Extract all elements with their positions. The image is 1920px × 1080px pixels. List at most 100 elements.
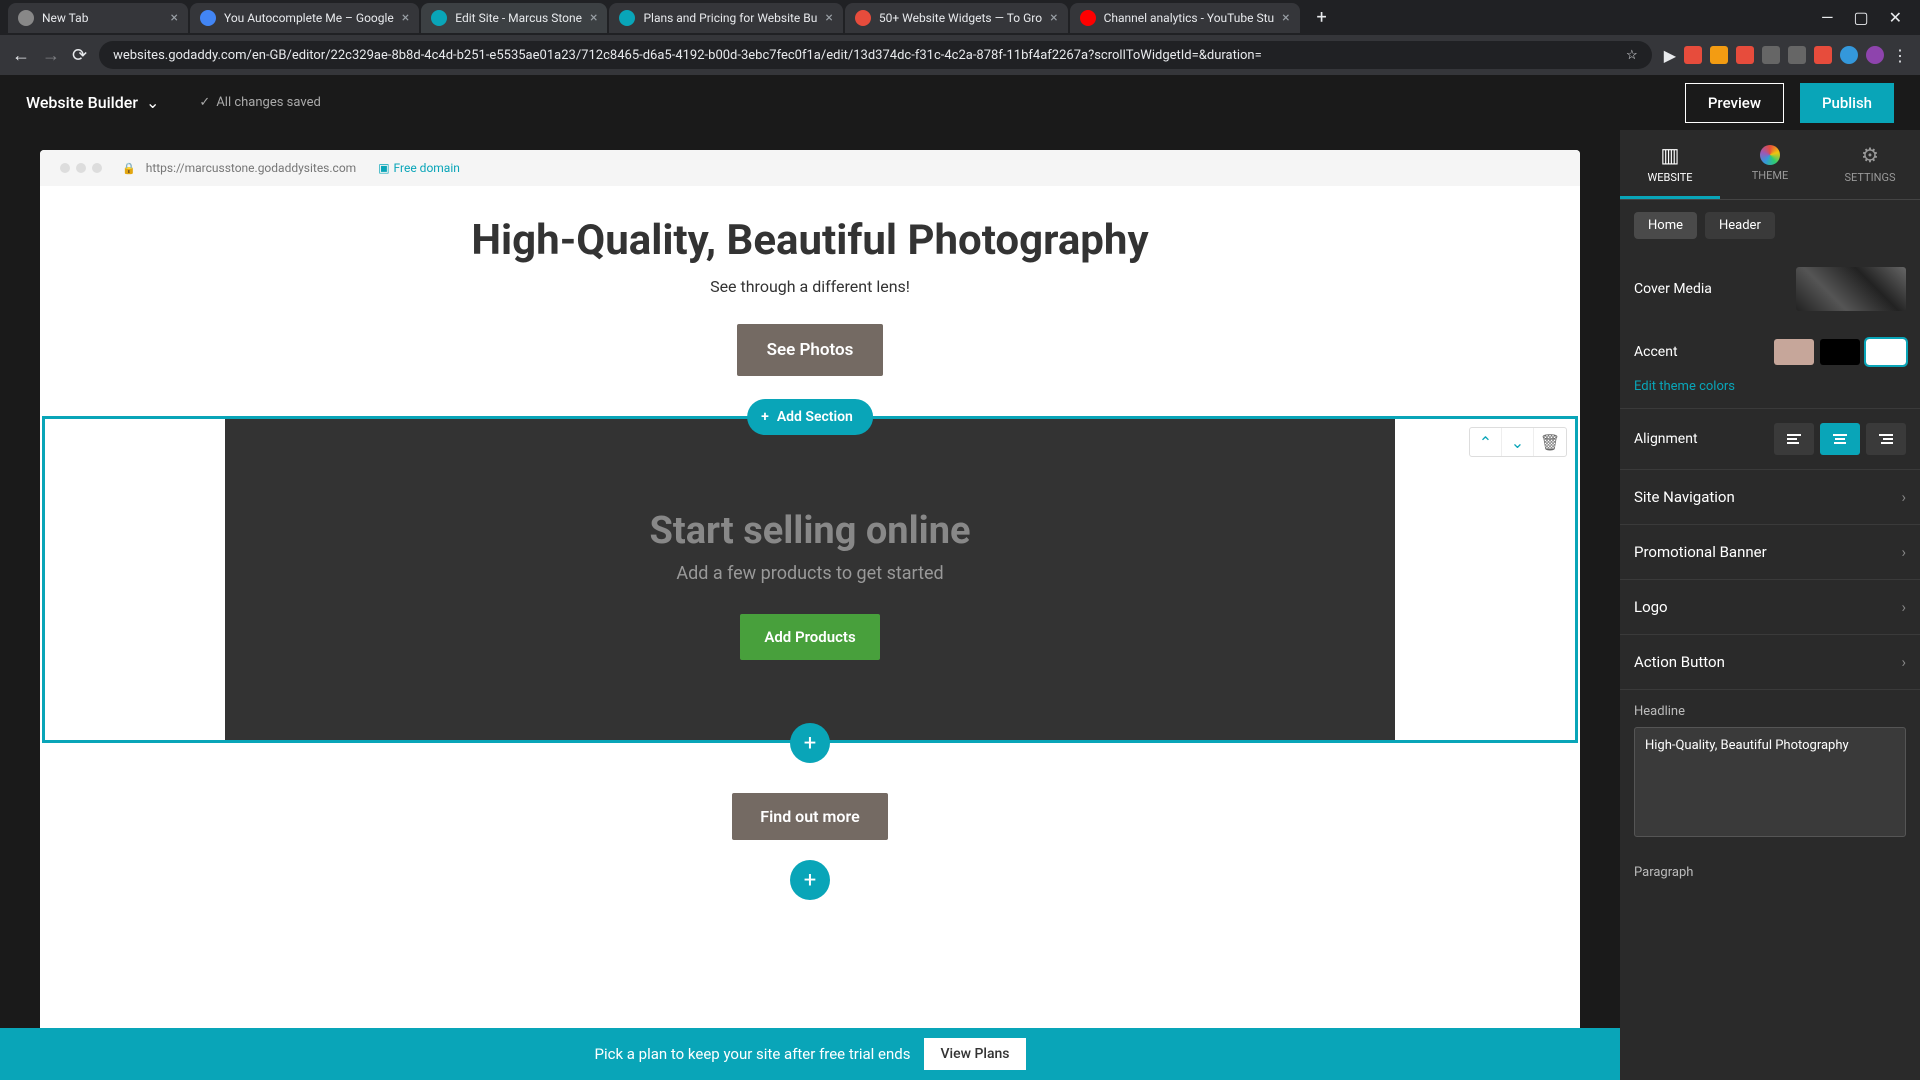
tab-settings[interactable]: ⚙SETTINGS xyxy=(1820,130,1920,199)
alignment-options xyxy=(1774,423,1906,455)
subtab-header[interactable]: Header xyxy=(1705,212,1775,239)
extension-icon[interactable] xyxy=(1684,46,1702,64)
close-icon[interactable]: × xyxy=(590,10,597,26)
section-toolbar: ⌃ ⌄ 🗑 xyxy=(1469,427,1567,457)
view-plans-button[interactable]: View Plans xyxy=(924,1038,1025,1070)
accent-row: Accent xyxy=(1620,325,1920,379)
traffic-light xyxy=(92,163,102,173)
close-window-icon[interactable]: ✕ xyxy=(1889,8,1902,27)
maximize-icon[interactable]: ▢ xyxy=(1853,8,1868,27)
browser-tab[interactable]: You Autocomplete Me – Google× xyxy=(190,3,419,33)
close-icon[interactable]: × xyxy=(402,10,409,26)
align-left[interactable] xyxy=(1774,423,1814,455)
section-side xyxy=(45,419,225,740)
add-section-button[interactable]: +Add Section xyxy=(747,399,873,435)
see-photos-button[interactable]: See Photos xyxy=(737,324,884,376)
extension-icon[interactable] xyxy=(1710,46,1728,64)
add-section-plus[interactable]: + xyxy=(790,860,830,900)
selected-section[interactable]: +Add Section ⌃ ⌄ 🗑 Start selling online … xyxy=(42,416,1578,743)
delete-section-button[interactable]: 🗑 xyxy=(1534,428,1566,456)
alignment-label: Alignment xyxy=(1634,431,1698,447)
browser-tab[interactable]: New Tab × xyxy=(8,3,188,33)
canvas-content[interactable]: High-Quality, Beautiful Photography See … xyxy=(40,186,1580,1080)
tab-website[interactable]: ▥WEBSITE xyxy=(1620,130,1720,199)
pages-icon: ▥ xyxy=(1661,143,1680,167)
chevron-right-icon: › xyxy=(1901,653,1906,671)
headline-input[interactable] xyxy=(1634,727,1906,837)
section-side xyxy=(1395,419,1575,740)
hero-subtitle[interactable]: See through a different lens! xyxy=(60,277,1560,296)
cover-media-row[interactable]: Cover Media xyxy=(1620,253,1920,325)
cover-thumb[interactable] xyxy=(1796,267,1906,311)
sell-subtitle: Add a few products to get started xyxy=(245,563,1375,584)
forward-icon[interactable]: → xyxy=(42,45,60,66)
align-right[interactable] xyxy=(1866,423,1906,455)
traffic-light xyxy=(60,163,70,173)
star-icon[interactable]: ☆ xyxy=(1626,48,1638,63)
publish-button[interactable]: Publish xyxy=(1800,83,1894,123)
window-controls: — ▢ ✕ xyxy=(1821,8,1912,27)
move-up-button[interactable]: ⌃ xyxy=(1470,428,1502,456)
swatch[interactable] xyxy=(1774,339,1814,365)
swatch-selected[interactable] xyxy=(1866,339,1906,365)
tag-icon: ▣ xyxy=(378,161,389,175)
extension-icon[interactable] xyxy=(1814,46,1832,64)
tab-title: New Tab xyxy=(42,11,163,25)
chevron-right-icon: › xyxy=(1901,598,1906,616)
browser-tab-active[interactable]: Edit Site - Marcus Stone× xyxy=(421,3,607,33)
chevron-down-icon: ⌄ xyxy=(146,93,159,112)
extension-icon[interactable] xyxy=(1736,46,1754,64)
close-icon[interactable]: × xyxy=(171,10,178,26)
app-title[interactable]: Website Builder⌄ xyxy=(26,93,159,112)
align-center[interactable] xyxy=(1820,423,1860,455)
find-section[interactable]: Find out more + xyxy=(40,763,1580,920)
tab-title: Channel analytics - YouTube Stu xyxy=(1104,11,1275,25)
promotional-banner-item[interactable]: Promotional Banner› xyxy=(1620,525,1920,580)
play-icon[interactable]: ▶ xyxy=(1664,46,1676,65)
canvas-url-bar: 🔒 https://marcusstone.godaddysites.com ▣… xyxy=(40,150,1580,186)
tab-theme[interactable]: THEME xyxy=(1720,130,1820,199)
sell-center[interactable]: Start selling online Add a few products … xyxy=(225,419,1395,740)
menu-icon[interactable]: ⋮ xyxy=(1892,46,1908,65)
logo-item[interactable]: Logo› xyxy=(1620,580,1920,635)
site-navigation-item[interactable]: Site Navigation› xyxy=(1620,470,1920,525)
move-down-button[interactable]: ⌄ xyxy=(1502,428,1534,456)
browser-tab-bar: New Tab × You Autocomplete Me – Google× E… xyxy=(0,0,1920,35)
avatar[interactable] xyxy=(1866,46,1884,64)
edit-theme-colors-link[interactable]: Edit theme colors xyxy=(1620,379,1920,408)
reload-icon[interactable]: ⟳ xyxy=(72,45,87,66)
accent-label: Accent xyxy=(1634,344,1678,360)
minimize-icon[interactable]: — xyxy=(1821,8,1834,27)
extension-icon[interactable] xyxy=(1762,46,1780,64)
close-icon[interactable]: × xyxy=(1282,10,1289,26)
tab-title: 50+ Website Widgets — To Gro xyxy=(879,11,1042,25)
browser-tab[interactable]: Plans and Pricing for Website Bu × xyxy=(609,3,842,33)
add-products-button[interactable]: Add Products xyxy=(740,614,879,660)
subtabs: Home Header xyxy=(1620,200,1920,253)
traffic-light xyxy=(76,163,86,173)
free-domain-link[interactable]: ▣Free domain xyxy=(378,161,460,175)
add-section-plus[interactable]: + xyxy=(790,723,830,763)
action-button-item[interactable]: Action Button› xyxy=(1620,635,1920,690)
browser-tab[interactable]: Channel analytics - YouTube Stu × xyxy=(1070,3,1300,33)
hero-section[interactable]: High-Quality, Beautiful Photography See … xyxy=(40,186,1580,416)
browser-tab[interactable]: 50+ Website Widgets — To Gro × xyxy=(845,3,1068,33)
new-tab-button[interactable]: + xyxy=(1308,4,1336,32)
subtab-home[interactable]: Home xyxy=(1634,212,1697,239)
close-icon[interactable]: × xyxy=(1050,10,1057,26)
gear-icon: ⚙ xyxy=(1861,143,1879,167)
back-icon[interactable]: ← xyxy=(12,45,30,66)
swatch[interactable] xyxy=(1820,339,1860,365)
tab-title: Plans and Pricing for Website Bu xyxy=(643,11,817,25)
extension-icon[interactable] xyxy=(1840,46,1858,64)
preview-button[interactable]: Preview xyxy=(1685,83,1784,123)
plan-banner: Pick a plan to keep your site after free… xyxy=(0,1028,1620,1080)
app-bar: Website Builder⌄ ✓All changes saved Prev… xyxy=(0,75,1920,130)
find-more-button[interactable]: Find out more xyxy=(732,793,887,840)
extension-icon[interactable] xyxy=(1788,46,1806,64)
canvas: 🔒 https://marcusstone.godaddysites.com ▣… xyxy=(40,150,1580,1080)
canvas-area: 🔒 https://marcusstone.godaddysites.com ▣… xyxy=(0,130,1620,1080)
url-input[interactable]: websites.godaddy.com/en-GB/editor/22c329… xyxy=(99,41,1652,69)
hero-title[interactable]: High-Quality, Beautiful Photography xyxy=(60,216,1560,265)
close-icon[interactable]: × xyxy=(825,10,832,26)
